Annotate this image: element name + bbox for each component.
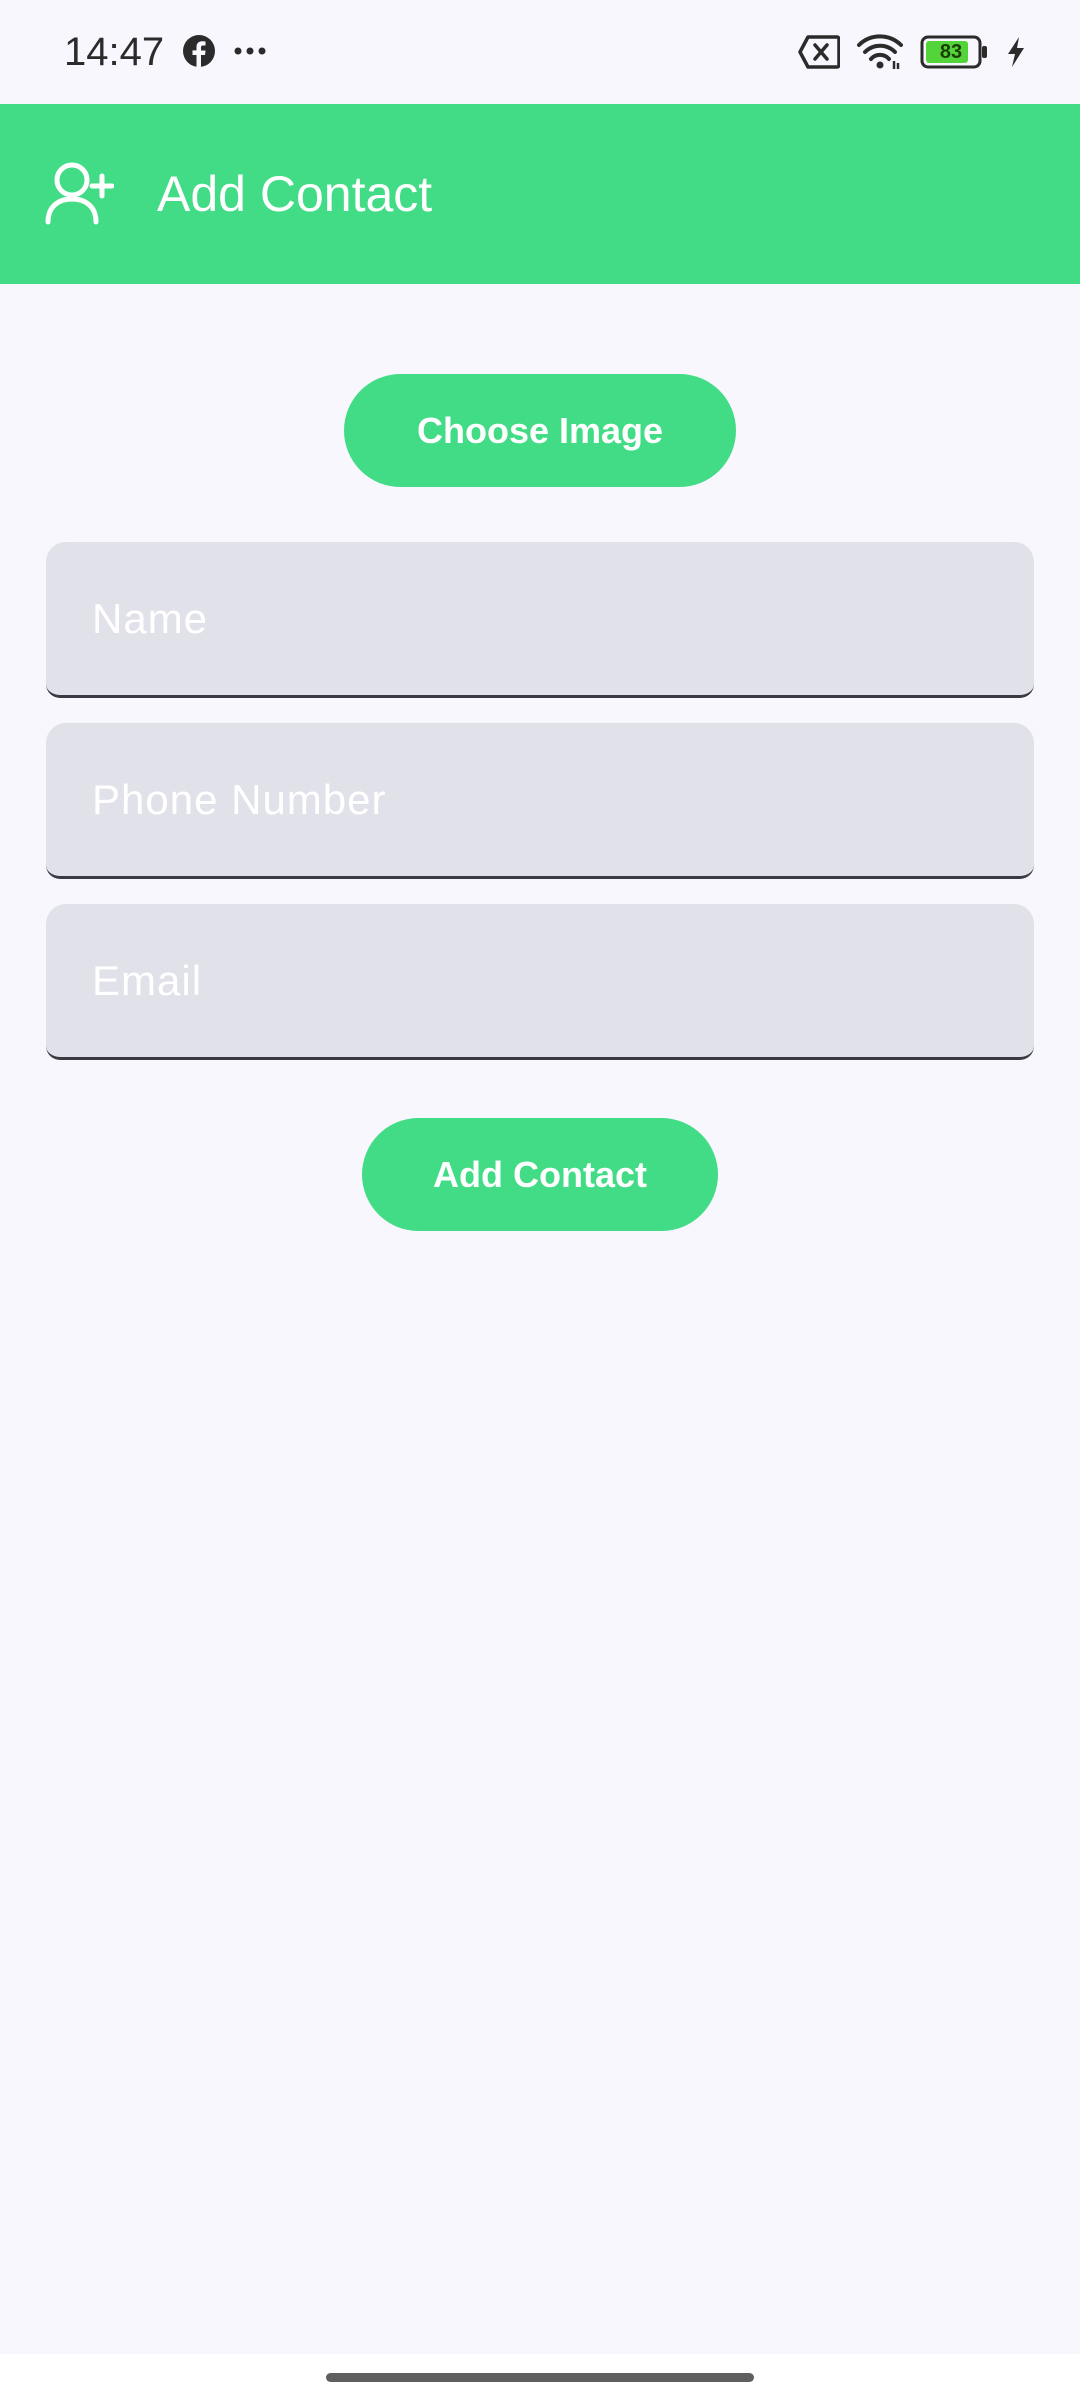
email-input[interactable] bbox=[46, 904, 1034, 1057]
navigation-bar bbox=[0, 2354, 1080, 2400]
page-title: Add Contact bbox=[157, 166, 433, 222]
status-time: 14:47 bbox=[64, 30, 165, 74]
phone-input[interactable] bbox=[46, 723, 1034, 876]
phone-field[interactable] bbox=[46, 723, 1034, 879]
battery-level: 83 bbox=[939, 41, 963, 63]
name-input[interactable] bbox=[46, 542, 1034, 695]
add-person-icon bbox=[45, 162, 114, 225]
status-bar: 14:47 83 bbox=[0, 0, 1080, 104]
home-gesture-handle[interactable] bbox=[326, 2373, 754, 2382]
email-field[interactable] bbox=[46, 904, 1034, 1060]
add-contact-button[interactable]: Add Contact bbox=[362, 1118, 718, 1231]
charging-icon bbox=[1008, 37, 1024, 67]
choose-image-button[interactable]: Choose Image bbox=[344, 374, 736, 487]
no-sim-icon bbox=[798, 35, 840, 69]
facebook-icon bbox=[183, 35, 215, 68]
app-bar: Add Contact bbox=[0, 104, 1080, 284]
wifi-icon bbox=[857, 34, 903, 69]
name-field[interactable] bbox=[46, 542, 1034, 698]
battery-icon: 83 bbox=[920, 35, 990, 69]
status-icons: 83 bbox=[798, 30, 1026, 74]
more-dots-icon bbox=[234, 47, 266, 55]
